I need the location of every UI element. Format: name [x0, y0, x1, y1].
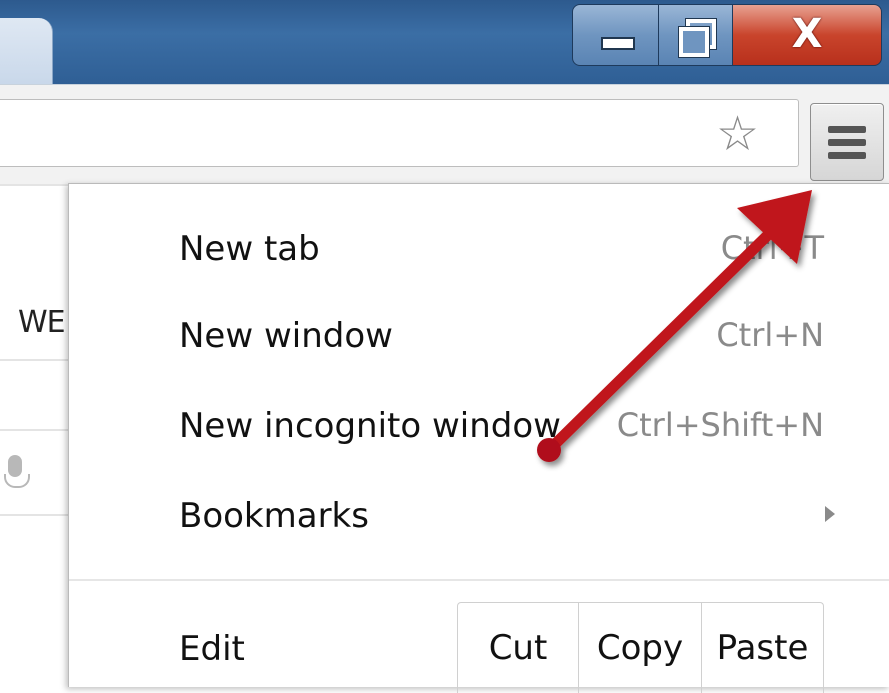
edit-button-group: Cut Copy Paste — [457, 602, 824, 693]
minimize-button[interactable] — [572, 4, 660, 66]
close-icon: X — [791, 11, 823, 57]
hamburger-menu-icon — [828, 126, 866, 133]
menu-item-new-tab[interactable]: New tab Ctrl+T — [69, 209, 889, 289]
menu-item-label: Edit — [179, 629, 245, 669]
close-button[interactable]: X — [732, 4, 882, 66]
divider — [0, 184, 68, 186]
paste-button[interactable]: Paste — [702, 603, 823, 693]
menu-item-label: New incognito window — [179, 406, 561, 446]
bookmark-star-icon[interactable]: ☆ — [716, 106, 759, 162]
page-partial-text: WE — [18, 305, 66, 340]
hamburger-bar — [828, 152, 866, 159]
browser-toolbar: ☆ — [0, 84, 889, 185]
restore-button[interactable] — [658, 4, 734, 66]
minimize-icon — [601, 37, 635, 50]
submenu-arrow-icon — [825, 506, 835, 522]
title-bar: X — [0, 0, 889, 84]
menu-item-new-incognito-window[interactable]: New incognito window Ctrl+Shift+N — [69, 386, 889, 466]
hamburger-bar — [828, 139, 866, 146]
menu-item-shortcut: Ctrl+N — [716, 316, 824, 354]
menu-item-label: New tab — [179, 229, 320, 269]
page-content — [0, 184, 70, 686]
copy-button[interactable]: Copy — [579, 603, 702, 693]
menu-item-shortcut: Ctrl+Shift+N — [616, 406, 824, 444]
menu-item-label: New window — [179, 316, 393, 356]
divider — [0, 359, 68, 361]
chrome-menu: New tab Ctrl+T New window Ctrl+N New inc… — [68, 183, 889, 693]
chrome-menu-button[interactable] — [810, 103, 884, 181]
menu-item-shortcut: Ctrl+T — [720, 229, 824, 267]
menu-separator — [69, 579, 889, 581]
address-bar[interactable]: ☆ — [0, 99, 799, 167]
menu-item-bookmarks[interactable]: Bookmarks — [69, 476, 889, 556]
restore-icon-front — [679, 27, 709, 57]
cut-button[interactable]: Cut — [458, 603, 579, 693]
menu-item-label: Bookmarks — [179, 496, 369, 536]
divider — [0, 514, 68, 516]
browser-tab[interactable] — [0, 18, 53, 84]
divider — [0, 429, 68, 431]
menu-item-new-window[interactable]: New window Ctrl+N — [69, 296, 889, 376]
